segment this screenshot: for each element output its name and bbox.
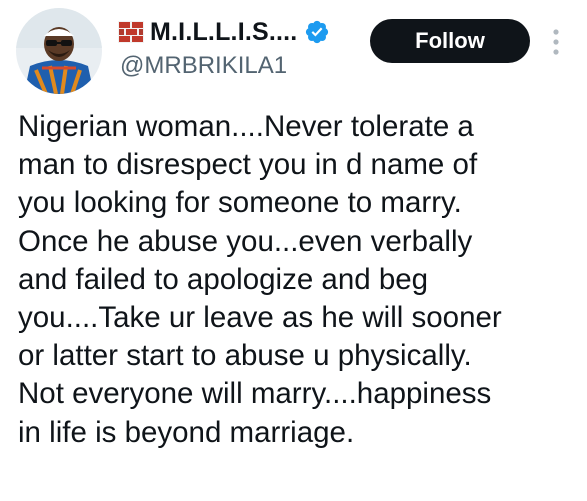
tweet-text-line: man to disrespect you in d name of [18,148,478,182]
more-options-icon[interactable] [552,28,560,56]
avatar-image [16,8,102,94]
verified-badge-icon [304,19,330,45]
tweet-text-line: and failed to apologize and beg [18,262,429,296]
author-name-row[interactable]: M.I.L.L.I.S.... [118,14,330,50]
brick-wall-icon [118,21,144,43]
tweet-text-line: you....Take ur leave as he will sooner [18,301,502,335]
tweet-text-line: Nigerian woman....Never tolerate a [18,110,474,143]
author-handle[interactable]: @MRBRIKILA1 [120,52,287,80]
tweet-text-line: you looking for someone to marry. [18,186,462,220]
tweet-text-line: in life is beyond marriage. [18,415,355,449]
author-display-name[interactable]: M.I.L.L.I.S.... [150,18,297,47]
tweet-text-line: Once he abuse you...even verbally [18,224,473,258]
tweet-text-line: Not everyone will marry....happiness [18,377,492,411]
avatar[interactable] [16,8,102,94]
tweet-text-line: or latter start to abuse u physically. [18,339,472,373]
tweet-text: Nigerian woman....Never tolerate a man t… [18,108,584,452]
tweet-card: M.I.L.L.I.S.... @MRBRIKILA1 Follow Niger… [0,0,587,501]
follow-button[interactable]: Follow [370,19,530,63]
